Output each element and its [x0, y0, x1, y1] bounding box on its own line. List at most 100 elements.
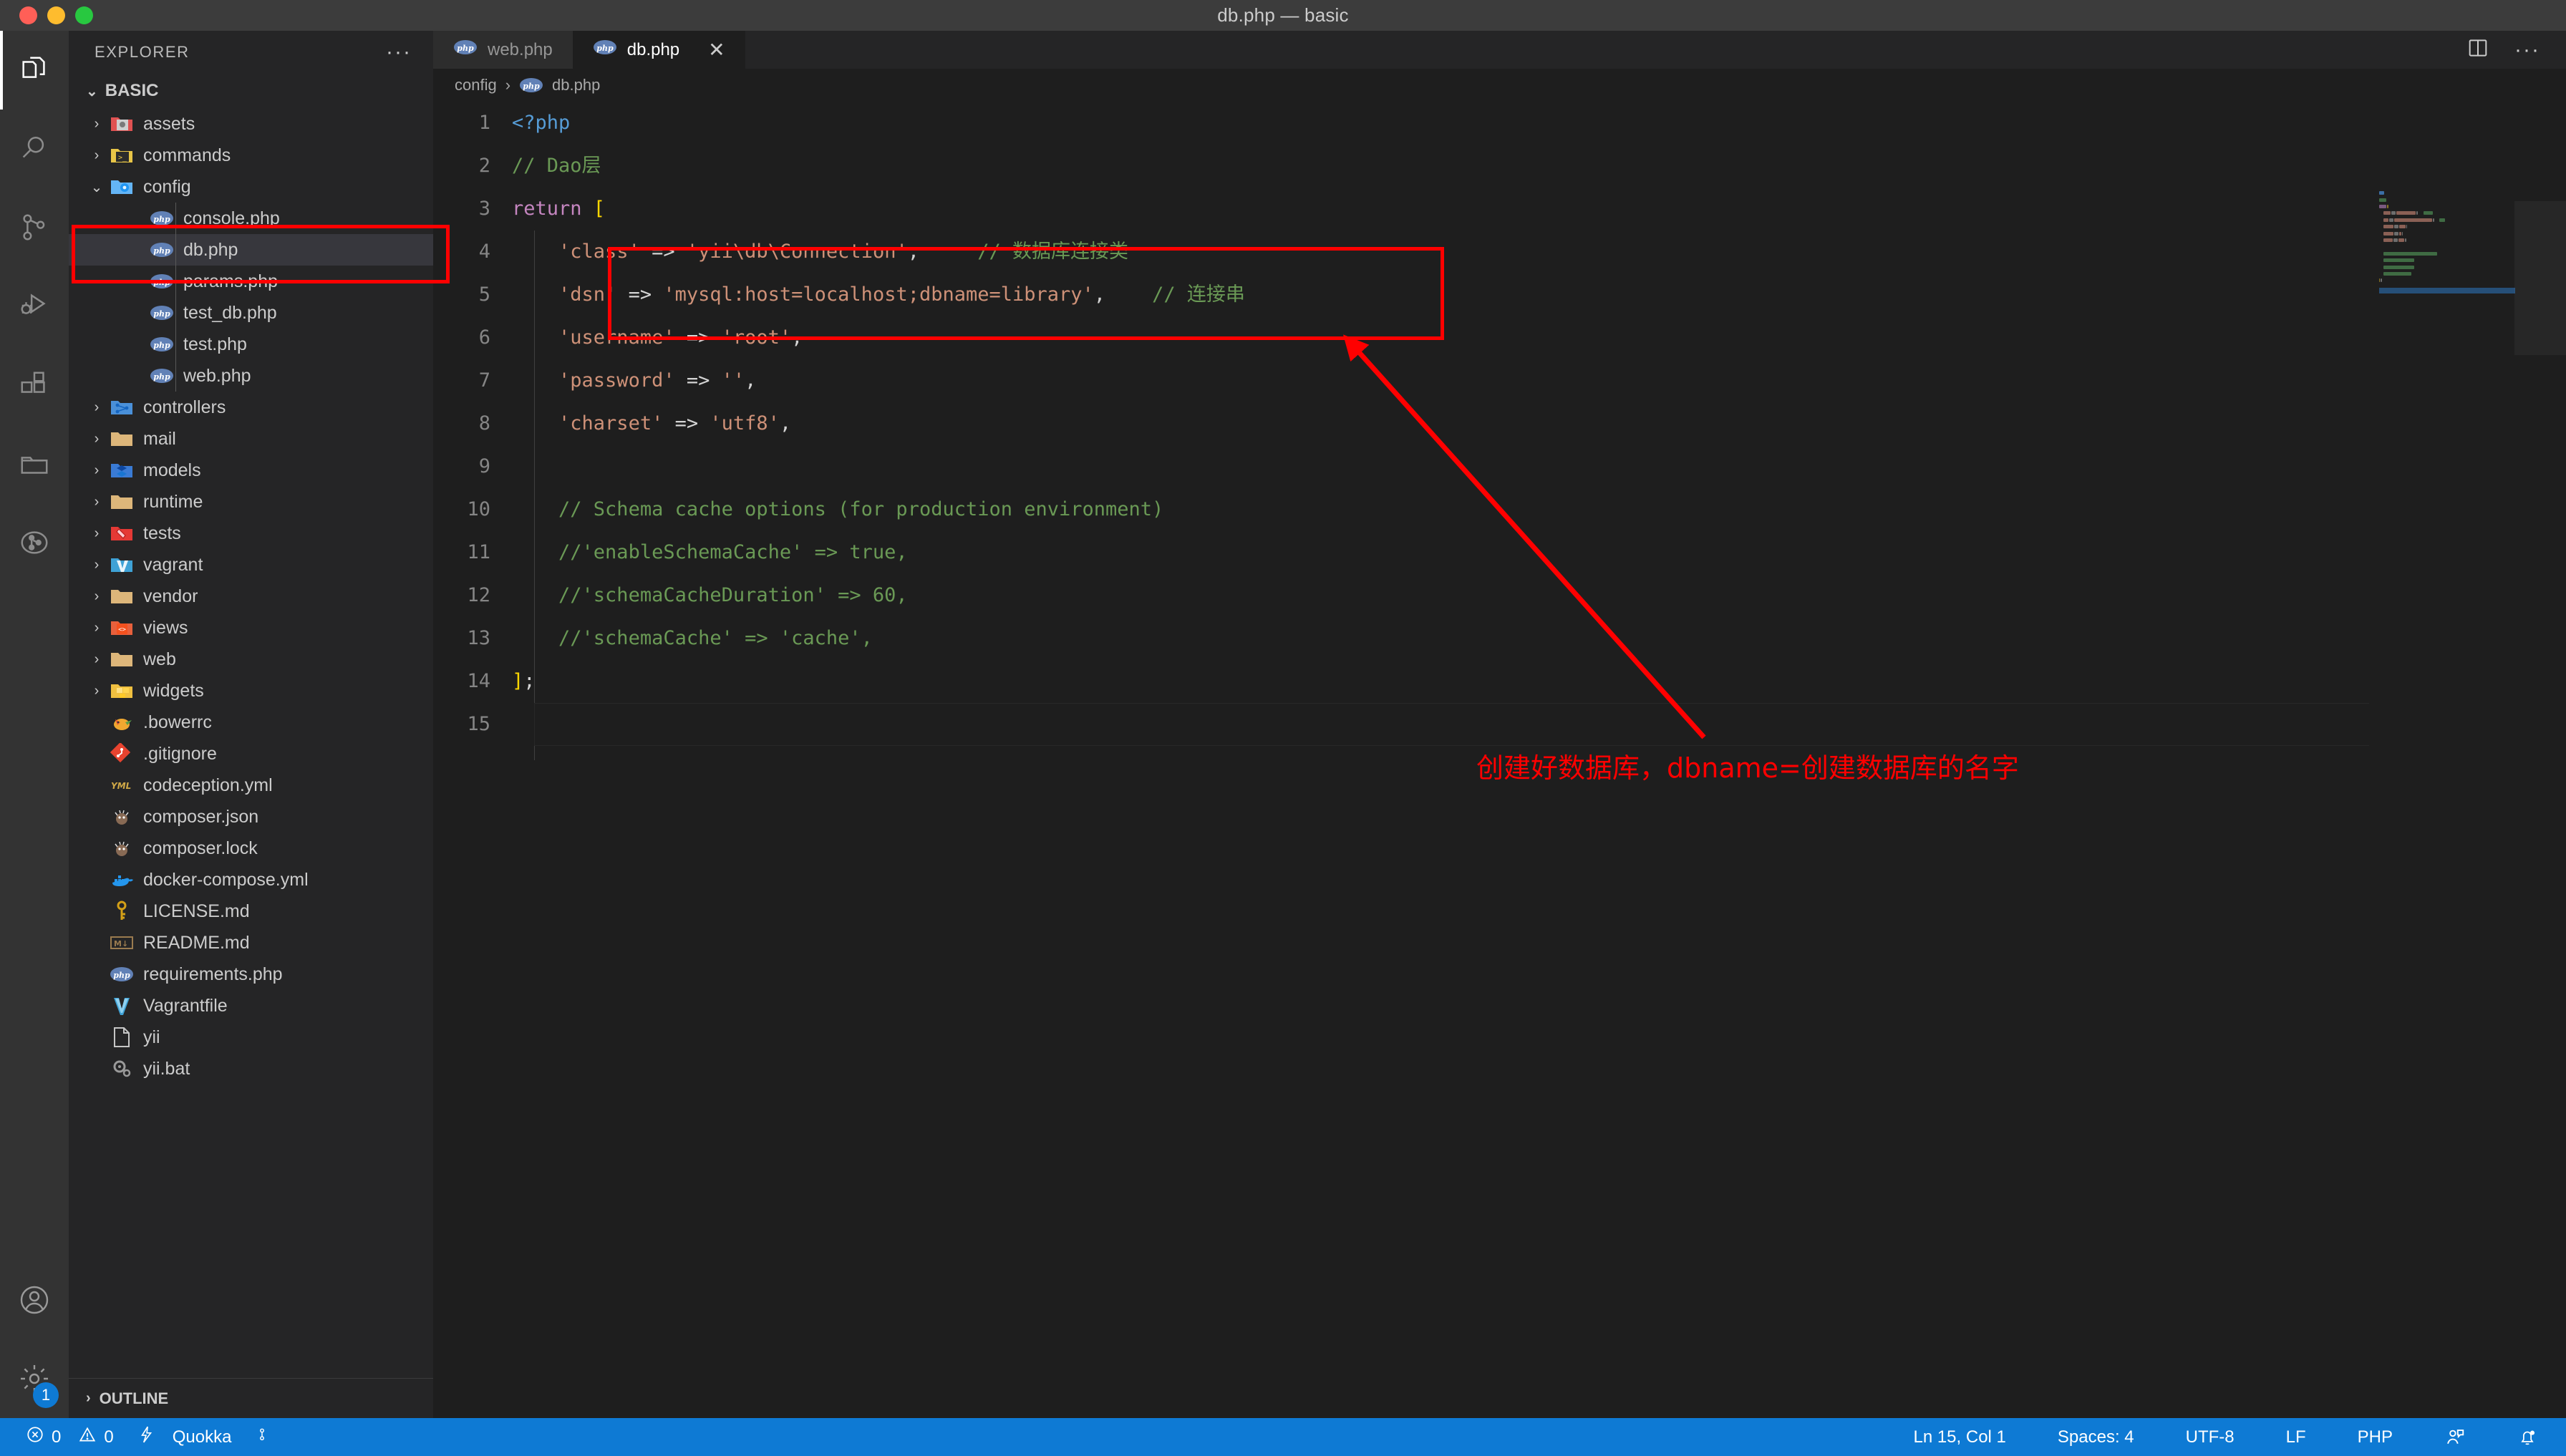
code-line[interactable]: 3 return [: [433, 188, 2566, 230]
tree-folder-models[interactable]: › models: [69, 455, 433, 486]
tree-folder-vagrant[interactable]: › vagrant: [69, 549, 433, 581]
status-problems[interactable]: 0 0: [14, 1418, 125, 1456]
tree-file-params-php[interactable]: php params.php: [69, 266, 433, 297]
tree-folder-commands[interactable]: › >_ commands: [69, 140, 433, 171]
feedback-icon[interactable]: [2433, 1418, 2477, 1456]
code-line[interactable]: 4 'class' => 'yii\db\Connection', // 数据库…: [433, 230, 2566, 273]
tree-file-web-php[interactable]: php web.php: [69, 360, 433, 392]
tree-folder-config[interactable]: ⌄ config: [69, 171, 433, 203]
tree-file-vagrantfile[interactable]: Vagrantfile: [69, 990, 433, 1021]
code-token: // Dao层: [512, 155, 601, 177]
tree-file-readme-md[interactable]: M↓ README.md: [69, 927, 433, 958]
tree-folder-controllers[interactable]: › controllers: [69, 392, 433, 423]
breadcrumb-item[interactable]: config: [455, 76, 497, 94]
folder-icon: [109, 586, 135, 607]
tree-folder-views[interactable]: › <> views: [69, 612, 433, 644]
chevron-right-icon[interactable]: ›: [84, 557, 109, 573]
tree-file-requirements-php[interactable]: php requirements.php: [69, 958, 433, 990]
chevron-right-icon[interactable]: ›: [84, 399, 109, 416]
tree-file-composer-json[interactable]: composer.json: [69, 801, 433, 833]
code-line[interactable]: 1 <?php: [433, 102, 2566, 145]
chevron-right-icon[interactable]: ›: [84, 431, 109, 447]
code-content[interactable]: 1 <?php 2// Dao层 3 return [4 'class' => 'yii…: [433, 102, 2566, 746]
outline-section[interactable]: › OUTLINE: [69, 1378, 433, 1418]
code-line[interactable]: 2 // Dao层: [433, 145, 2566, 188]
activity-item-manage-settings[interactable]: 1: [0, 1339, 69, 1418]
code-line[interactable]: 12 //'schemaCacheDuration' => 60,: [433, 574, 2566, 617]
activity-item-search[interactable]: [0, 110, 69, 188]
line-content: <?php: [512, 102, 2566, 145]
close-icon[interactable]: ✕: [708, 38, 725, 62]
breadcrumb-item[interactable]: db.php: [552, 76, 600, 94]
minimap-slider[interactable]: [2514, 201, 2566, 355]
tree-folder-vendor[interactable]: › vendor: [69, 581, 433, 612]
editor-tab-web-php[interactable]: php web.php: [433, 31, 573, 69]
code-line[interactable]: 6 'username' => 'root',: [433, 316, 2566, 359]
split-editor-icon[interactable]: [2466, 36, 2490, 64]
code-line[interactable]: 10 // Schema cache options (for producti…: [433, 488, 2566, 531]
outline-label: OUTLINE: [99, 1389, 169, 1407]
chevron-down-icon[interactable]: ⌄: [84, 178, 109, 196]
tree-folder-runtime[interactable]: › runtime: [69, 486, 433, 518]
activity-item-git-graph[interactable]: [0, 503, 69, 582]
chevron-right-icon[interactable]: ›: [84, 494, 109, 510]
tree-file-test-php[interactable]: php test.php: [69, 329, 433, 360]
code-line[interactable]: 5 'dsn' => 'mysql:host=localhost;dbname=…: [433, 273, 2566, 316]
code-line[interactable]: 7 'password' => '',: [433, 359, 2566, 402]
status-language-mode[interactable]: PHP: [2346, 1418, 2404, 1456]
tree-folder-web[interactable]: › web: [69, 644, 433, 675]
code-line[interactable]: 15: [433, 703, 2566, 746]
status-indentation[interactable]: Spaces: 4: [2046, 1418, 2146, 1456]
code-line[interactable]: 14];: [433, 660, 2566, 703]
tree-file--gitignore[interactable]: .gitignore: [69, 738, 433, 770]
chevron-right-icon[interactable]: ›: [84, 116, 109, 132]
bell-icon[interactable]: [2506, 1418, 2549, 1456]
editor-tab-db-php[interactable]: php db.php ✕: [572, 31, 745, 69]
activity-item-source-control[interactable]: [0, 188, 69, 267]
run-debug-icon: [18, 290, 51, 323]
activity-item-accounts[interactable]: [0, 1261, 69, 1339]
tree-file--bowerrc[interactable]: .bowerrc: [69, 707, 433, 738]
activity-item-explorer[interactable]: [0, 31, 69, 110]
editor-more-actions-icon[interactable]: ···: [2514, 39, 2540, 60]
chevron-right-icon[interactable]: ›: [84, 651, 109, 668]
status-quokka[interactable]: Quokka: [125, 1418, 243, 1456]
files-icon: [18, 54, 51, 87]
tree-file-codeception-yml[interactable]: YML codeception.yml: [69, 770, 433, 801]
tree-folder-assets[interactable]: › assets: [69, 108, 433, 140]
chevron-right-icon[interactable]: ›: [84, 147, 109, 164]
tree-file-license-md[interactable]: LICENSE.md: [69, 896, 433, 927]
activity-item-extensions[interactable]: [0, 346, 69, 424]
code-line[interactable]: 11 //'enableSchemaCache' => true,: [433, 531, 2566, 574]
tree-file-docker-compose-yml[interactable]: docker-compose.yml: [69, 864, 433, 896]
status-eol[interactable]: LF: [2275, 1418, 2318, 1456]
code-line[interactable]: 8 'charset' => 'utf8',: [433, 402, 2566, 445]
sidebar-section-basic[interactable]: ⌄ BASIC: [69, 74, 433, 108]
tree-file-yii[interactable]: yii: [69, 1021, 433, 1053]
chevron-right-icon[interactable]: ›: [84, 525, 109, 542]
tree-file-db-php[interactable]: php db.php: [69, 234, 433, 266]
tree-file-test-db-php[interactable]: php test_db.php: [69, 297, 433, 329]
chevron-right-icon[interactable]: ›: [84, 588, 109, 605]
activity-item-run-and-debug[interactable]: [0, 267, 69, 346]
tree-file-composer-lock[interactable]: composer.lock: [69, 833, 433, 864]
tree-folder-widgets[interactable]: › widgets: [69, 675, 433, 707]
tree-file-console-php[interactable]: php console.php: [69, 203, 433, 234]
tree-folder-tests[interactable]: › tests: [69, 518, 433, 549]
minimap[interactable]: [2369, 173, 2566, 1418]
chevron-right-icon[interactable]: ›: [84, 620, 109, 636]
code-line[interactable]: 9: [433, 445, 2566, 488]
activity-item-file-browser[interactable]: [0, 424, 69, 503]
sidebar-more-actions-icon[interactable]: ···: [386, 42, 412, 63]
tree-folder-mail[interactable]: › mail: [69, 423, 433, 455]
status-live-share[interactable]: [243, 1418, 281, 1456]
code-line[interactable]: 13 //'schemaCache' => 'cache',: [433, 617, 2566, 660]
code-token: 'mysql:host=localhost;dbname=library': [663, 283, 1094, 306]
chevron-right-icon[interactable]: ›: [84, 683, 109, 699]
tree-file-yii-bat[interactable]: yii.bat: [69, 1053, 433, 1084]
tree-item-label: vendor: [143, 586, 198, 606]
status-cursor-position[interactable]: Ln 15, Col 1: [1902, 1418, 2017, 1456]
chevron-right-icon[interactable]: ›: [84, 462, 109, 479]
minimap-line: [2379, 193, 2515, 202]
status-encoding[interactable]: UTF-8: [2174, 1418, 2246, 1456]
